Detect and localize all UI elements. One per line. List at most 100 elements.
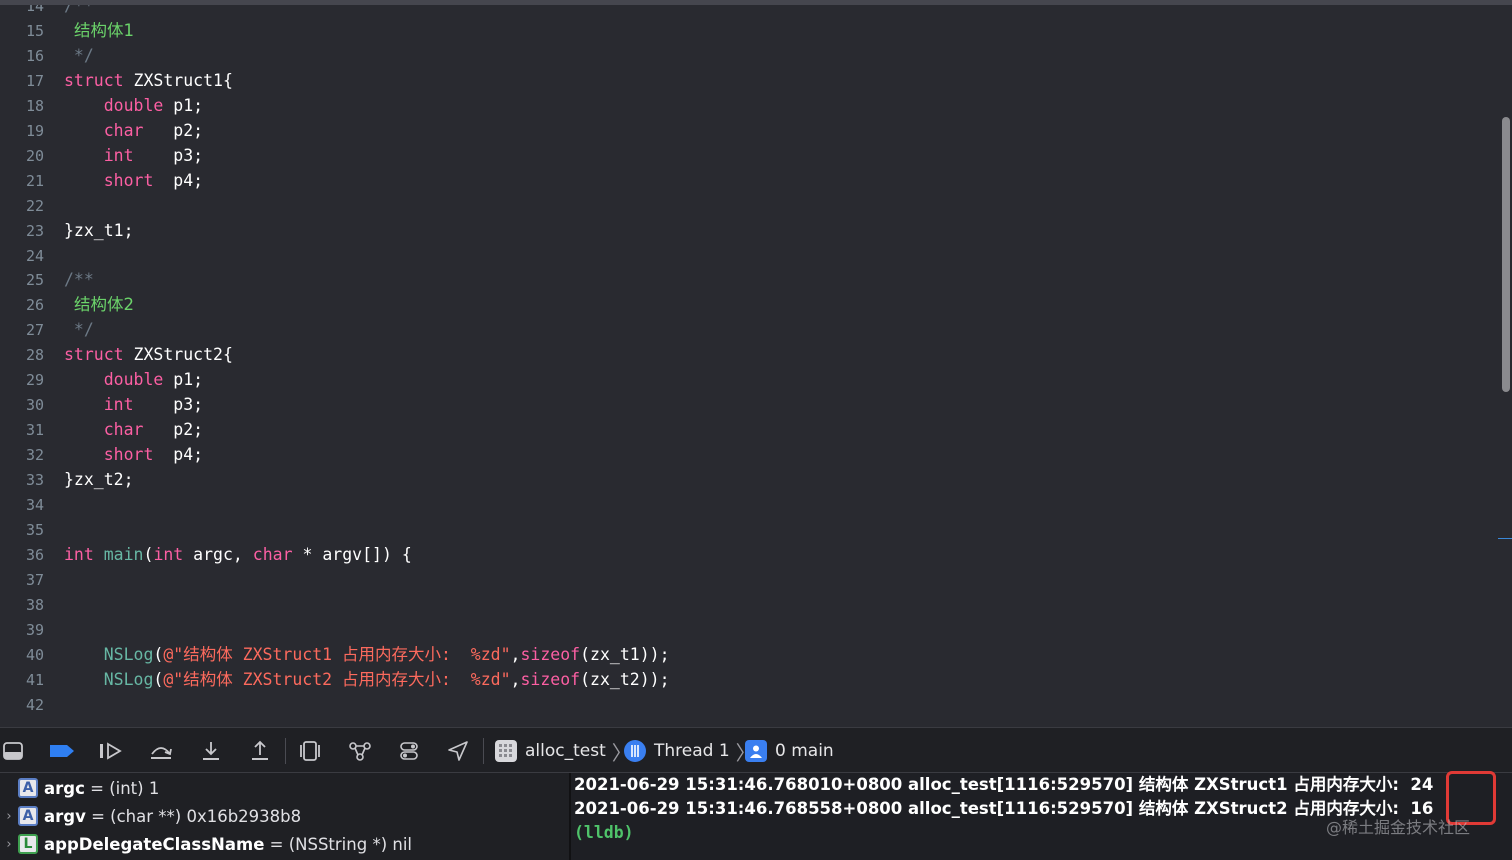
line-number[interactable]: 19 <box>0 120 44 142</box>
breadcrumb-thread[interactable]: Thread 1 〉 <box>624 736 756 766</box>
code-token: struct <box>64 70 124 90</box>
code-line: 39 <box>0 619 1490 641</box>
line-number[interactable]: 42 <box>0 694 44 716</box>
toggle-breakpoints-button[interactable] <box>49 738 75 764</box>
editor-scrollbar[interactable] <box>1502 117 1510 392</box>
line-number[interactable]: 16 <box>0 45 44 67</box>
line-number[interactable]: 21 <box>0 170 44 192</box>
line-number[interactable]: 41 <box>0 669 44 691</box>
code-line: 42 <box>0 694 1490 716</box>
code-text: */ <box>64 319 94 341</box>
line-number[interactable]: 28 <box>0 344 44 366</box>
hide-debug-area-button[interactable] <box>0 738 26 764</box>
breadcrumb-frame[interactable]: 0 main <box>745 736 834 766</box>
line-number[interactable]: 30 <box>0 394 44 416</box>
line-number[interactable]: 33 <box>0 469 44 491</box>
line-number[interactable]: 34 <box>0 494 44 516</box>
line-number[interactable]: 29 <box>0 369 44 391</box>
code-line: 26 结构体2 <box>0 294 1490 316</box>
breadcrumb-target[interactable]: alloc_test 〉 <box>495 736 632 766</box>
thread-icon <box>624 740 646 762</box>
line-number[interactable]: 25 <box>0 269 44 291</box>
line-number[interactable]: 17 <box>0 70 44 92</box>
environment-overrides-icon <box>400 742 418 760</box>
code-token: short <box>103 445 154 465</box>
code-token: NSLog <box>103 669 154 689</box>
argument-variable-icon: A <box>18 806 38 826</box>
line-number[interactable]: 39 <box>0 619 44 641</box>
code-token: char <box>252 544 293 564</box>
code-text: NSLog(@"结构体 ZXStruct1 占用内存大小: %zd",sizeo… <box>64 644 670 666</box>
code-text: 结构体2 <box>64 294 134 316</box>
code-line: 15 结构体1 <box>0 20 1490 42</box>
code-line: 31 char p2; <box>0 419 1490 441</box>
code-token: ZXStruct1{ <box>123 70 233 90</box>
line-number[interactable]: 18 <box>0 95 44 117</box>
line-number[interactable]: 20 <box>0 145 44 167</box>
line-number[interactable]: 36 <box>0 544 44 566</box>
step-into-button[interactable] <box>198 738 224 764</box>
code-token: p2; <box>143 120 204 140</box>
continue-button[interactable] <box>98 738 124 764</box>
variable-row[interactable]: › Aargv = (char **) 0x16b2938b8 <box>0 802 569 830</box>
step-out-button[interactable] <box>247 738 273 764</box>
console-line: 2021-06-29 15:31:46.768558+0800 alloc_te… <box>574 799 1434 818</box>
code-line: 17 struct ZXStruct1{ <box>0 70 1490 92</box>
user-frame-icon <box>745 740 767 762</box>
line-number[interactable]: 23 <box>0 220 44 242</box>
step-over-icon <box>151 747 172 759</box>
line-number[interactable]: 22 <box>0 195 44 217</box>
line-number[interactable]: 24 <box>0 245 44 267</box>
continue-icon <box>100 742 122 760</box>
code-token: sizeof <box>520 669 581 689</box>
breadcrumb-frame-label: 0 main <box>775 741 834 761</box>
code-token: (zx_t2)); <box>580 669 670 689</box>
disclosure-chevron-icon[interactable]: › <box>0 837 18 852</box>
code-token: @"结构体 ZXStruct2 占用内存大小: %zd" <box>163 669 511 689</box>
variable-row[interactable]: Aargc = (int) 1 <box>0 774 569 802</box>
code-token: p1; <box>163 370 204 390</box>
line-number[interactable]: 14 <box>0 5 44 17</box>
line-number[interactable]: 32 <box>0 444 44 466</box>
step-over-button[interactable] <box>148 738 174 764</box>
disclosure-chevron-icon[interactable]: › <box>0 809 18 824</box>
environment-overrides-button[interactable] <box>396 738 422 764</box>
code-editor[interactable]: 14 /** 15 结构体1 16 */ 17 struct ZXStruct1{ 18 d… <box>0 5 1512 727</box>
line-number[interactable]: 38 <box>0 594 44 616</box>
line-number[interactable]: 26 <box>0 294 44 316</box>
code-line: 34 <box>0 494 1490 516</box>
debug-view-hierarchy-button[interactable] <box>297 738 323 764</box>
code-token: }zx_t1; <box>64 220 134 240</box>
code-token: p3; <box>133 145 204 165</box>
line-number[interactable]: 31 <box>0 419 44 441</box>
line-number[interactable]: 27 <box>0 319 44 341</box>
code-line: 32 short p4; <box>0 444 1490 466</box>
line-number[interactable]: 15 <box>0 20 44 42</box>
line-number[interactable]: 35 <box>0 519 44 541</box>
code-token: double <box>103 95 164 115</box>
simulate-location-button[interactable] <box>445 738 471 764</box>
code-line: 23 }zx_t1; <box>0 220 1490 242</box>
variable-row[interactable]: › LappDelegateClassName = (NSString *) ni… <box>0 830 569 858</box>
lldb-prompt[interactable]: (lldb) <box>574 821 634 845</box>
code-text: int p3; <box>64 394 203 416</box>
code-token: /** <box>64 5 94 15</box>
debug-memory-graph-button[interactable] <box>347 738 373 764</box>
code-token: /** <box>64 270 94 290</box>
code-token: char <box>103 120 144 140</box>
toolbar-separator <box>483 738 484 764</box>
local-variable-icon: L <box>18 834 38 854</box>
breakpoint-icon <box>50 745 74 757</box>
code-line: 35 <box>0 519 1490 541</box>
code-text: int p3; <box>64 145 203 167</box>
code-line: 20 int p3; <box>0 145 1490 167</box>
line-number[interactable]: 37 <box>0 569 44 591</box>
argument-variable-icon: A <box>18 778 38 798</box>
line-number[interactable]: 40 <box>0 644 44 666</box>
